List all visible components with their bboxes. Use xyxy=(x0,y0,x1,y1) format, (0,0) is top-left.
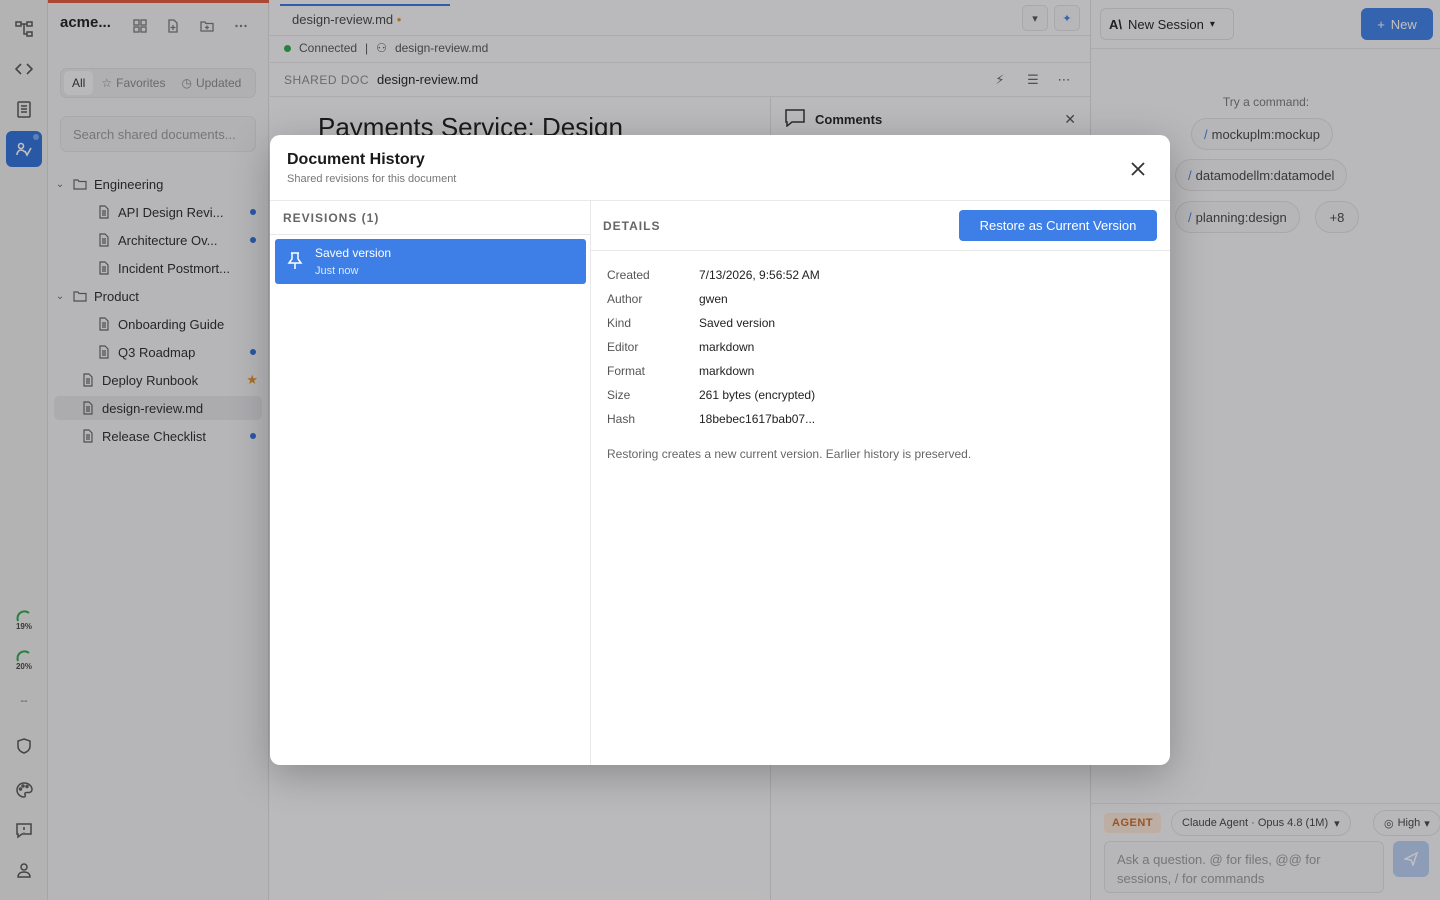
detail-row: Author gwen xyxy=(607,292,728,306)
document-history-dialog: Document History Shared revisions for th… xyxy=(270,135,1170,765)
detail-value: markdown xyxy=(699,340,755,354)
revision-time: Just now xyxy=(315,265,359,277)
detail-row: Created 7/13/2026, 9:56:52 AM xyxy=(607,268,820,282)
restore-button[interactable]: Restore as Current Version xyxy=(959,210,1157,241)
detail-row: Format markdown xyxy=(607,364,754,378)
dialog-title: Document History xyxy=(287,151,425,168)
revision-title: Saved version xyxy=(315,246,392,260)
detail-key: Hash xyxy=(607,412,636,426)
details-header-bar: DETAILS Restore as Current Version xyxy=(591,201,1170,251)
detail-key: Created xyxy=(607,268,650,282)
detail-key: Author xyxy=(607,292,643,306)
detail-value: 18bebec1617bab07... xyxy=(699,412,816,426)
detail-row: Hash 18bebec1617bab07... xyxy=(607,412,815,426)
detail-value: Saved version xyxy=(699,316,776,330)
detail-key: Kind xyxy=(607,316,632,330)
detail-key: Format xyxy=(607,364,646,378)
details-header: DETAILS xyxy=(603,219,661,233)
detail-row: Editor markdown xyxy=(607,340,754,354)
detail-value: markdown xyxy=(699,364,755,378)
pin-icon xyxy=(287,252,303,270)
detail-key: Editor xyxy=(607,340,639,354)
restore-note: Restoring creates a new current version.… xyxy=(607,447,972,461)
detail-value: 261 bytes (encrypted) xyxy=(699,388,816,402)
detail-value: 7/13/2026, 9:56:52 AM xyxy=(699,268,820,282)
detail-row: Kind Saved version xyxy=(607,316,775,330)
detail-row: Size 261 bytes (encrypted) xyxy=(607,388,815,402)
detail-value: gwen xyxy=(699,292,728,306)
detail-key: Size xyxy=(607,388,631,402)
revision-details: DETAILS Restore as Current Version Creat… xyxy=(591,200,1170,765)
dialog-subtitle: Shared revisions for this document xyxy=(287,173,457,185)
revision-item[interactable]: Saved version Just now xyxy=(275,239,586,284)
close-icon[interactable] xyxy=(1126,157,1150,181)
revisions-list: REVISIONS (1) Saved version Just now xyxy=(270,200,591,765)
revisions-header: REVISIONS (1) xyxy=(270,201,590,235)
